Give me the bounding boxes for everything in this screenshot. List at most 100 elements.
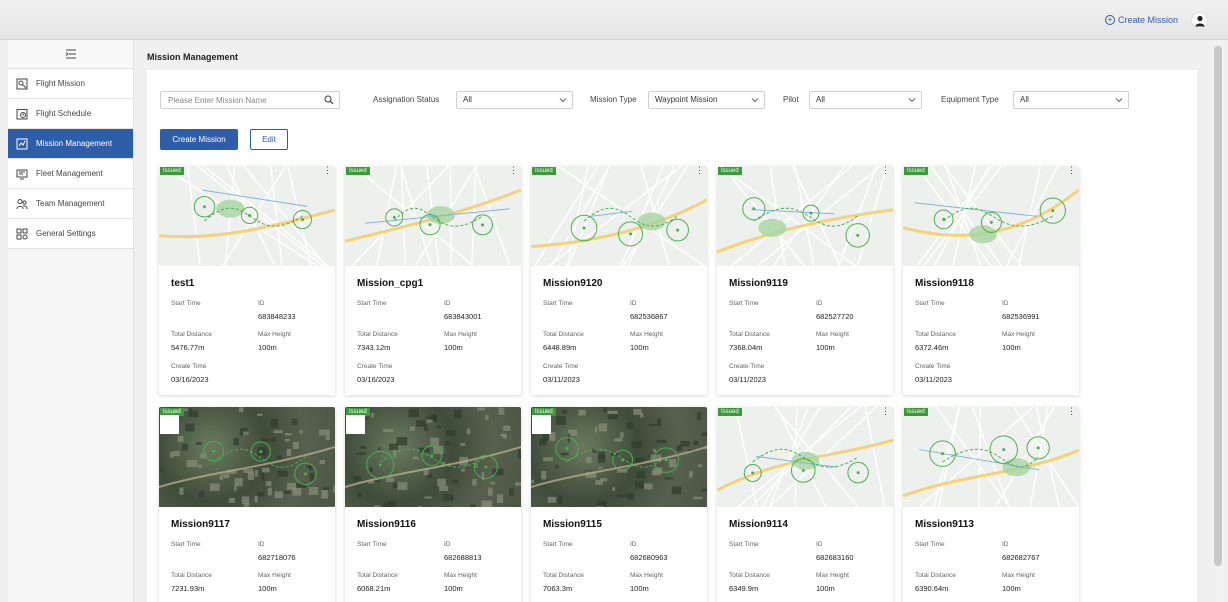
sidebar-item-flight-schedule[interactable]: Flight Schedule [8,99,133,129]
id-label: ID [444,541,451,548]
user-avatar-button[interactable] [1191,12,1208,29]
chevron-down-icon [908,98,916,103]
street-map-image [717,407,893,507]
more-options-icon[interactable]: ⋮ [695,166,704,175]
mission-name: Mission9118 [915,278,974,289]
more-options-icon[interactable]: ⋮ [695,407,704,416]
more-options-icon[interactable]: ⋮ [509,407,518,416]
mission-card[interactable]: Issued ⋮ Mission9119 Start Time ID 68252… [717,166,893,395]
page-scrollbar[interactable] [1212,40,1224,602]
max-height-value: 100m [258,584,277,593]
max-height-value: 100m [444,343,463,352]
mission-search-box [160,91,340,109]
satellite-map-image [531,407,707,507]
mission-card[interactable]: Issued ⋮ Mission9116 Start Time ID 68268… [345,407,521,602]
mission-card[interactable]: Issued ⋮ Mission9117 Start Time ID 68271… [159,407,335,602]
create-time-label: Create Time [357,363,393,370]
mission-card[interactable]: Issued ⋮ Mission9118 Start Time ID 68253… [903,166,1079,395]
mission-type-value: Waypoint Mission [655,95,718,104]
start-time-label: Start Time [357,300,387,307]
total-distance-value: 6448.89m [543,343,577,352]
issued-badge: Issued [904,167,928,175]
sidebar-item-fleet-management[interactable]: Fleet Management [8,159,133,189]
total-distance-value: 5476.77m [171,343,205,352]
start-time-label: Start Time [171,300,201,307]
mission-id: 682536867 [630,312,668,321]
create-time-label: Create Time [171,363,207,370]
sidebar-item-general-settings[interactable]: General Settings [8,219,133,249]
menu-collapse-icon [65,49,76,59]
top-create-mission-link[interactable]: + Create Mission [1104,15,1178,25]
team-icon [16,198,28,209]
max-height-value: 100m [258,343,277,352]
max-height-value: 100m [630,584,649,593]
max-height-value: 100m [444,584,463,593]
menu-collapse-button[interactable] [8,40,133,69]
street-map-image [903,166,1079,266]
total-distance-label: Total Distance [915,572,956,579]
more-options-icon[interactable]: ⋮ [509,166,518,175]
start-time-label: Start Time [543,300,573,307]
mission-id: 682688813 [444,553,482,562]
pilot-select[interactable]: All [809,91,922,109]
mission-card[interactable]: Issued ⋮ Mission9114 Start Time ID 68268… [717,407,893,602]
max-height-value: 100m [1002,343,1021,352]
plus-circle-icon: + [1104,15,1115,25]
street-map-image [717,166,893,266]
total-distance-label: Total Distance [543,572,584,579]
map-legend-box [346,415,365,434]
sidebar-item-mission-management[interactable]: Mission Management [8,129,133,159]
top-create-mission-label: Create Mission [1117,15,1178,25]
total-distance-value: 6349.9m [729,584,759,593]
mission-map-thumbnail: Issued ⋮ [531,407,707,507]
more-options-icon[interactable]: ⋮ [881,166,890,175]
search-icon[interactable] [324,95,334,105]
sidebar-item-team-management[interactable]: Team Management [8,189,133,219]
issued-badge: Issued [718,408,742,416]
total-distance-label: Total Distance [357,572,398,579]
mission-card[interactable]: Issued ⋮ Mission_cpg1 Start Time ID 6838… [345,166,521,395]
schedule-icon [16,108,28,119]
mission-panel: Assignation Status All Mission Type Wayp… [147,70,1197,602]
mission-card[interactable]: Issued ⋮ Mission9115 Start Time ID 68268… [531,407,707,602]
id-label: ID [1002,300,1009,307]
mission-card[interactable]: Issued ⋮ Mission9113 Start Time ID 68268… [903,407,1079,602]
more-options-icon[interactable]: ⋮ [1067,166,1076,175]
mission-id: 682682767 [1002,553,1040,562]
more-options-icon[interactable]: ⋮ [323,166,332,175]
mission-search-input[interactable] [161,92,321,108]
total-distance-label: Total Distance [915,331,956,338]
equipment-type-label: Equipment Type [941,95,999,104]
mission-map-thumbnail: Issued ⋮ [903,407,1079,507]
total-distance-label: Total Distance [171,331,212,338]
mission-map-thumbnail: Issued ⋮ [717,407,893,507]
equipment-type-select[interactable]: All [1013,91,1129,109]
scrollbar-thumb[interactable] [1214,46,1222,566]
mission-card[interactable]: Issued ⋮ Mission9120 Start Time ID 68253… [531,166,707,395]
mission-id: 683848233 [258,312,296,321]
max-height-label: Max Height [258,572,291,579]
sidebar-item-flight-mission[interactable]: Flight Mission [8,69,133,99]
assignation-status-select[interactable]: All [456,91,573,109]
edit-button[interactable]: Edit [250,129,288,150]
create-time-label: Create Time [543,363,579,370]
more-options-icon[interactable]: ⋮ [323,407,332,416]
street-map-image [531,166,707,266]
create-mission-button[interactable]: Create Mission [160,129,238,150]
street-map-image [159,166,335,266]
mission-map-thumbnail: Issued ⋮ [903,166,1079,266]
map-legend-box [160,415,179,434]
mission-type-select[interactable]: Waypoint Mission [648,91,765,109]
mission-name: Mission9120 [543,278,603,289]
total-distance-label: Total Distance [543,331,584,338]
issued-badge: Issued [160,167,184,175]
mission-card[interactable]: Issued ⋮ test1 Start Time ID 683848233 T… [159,166,335,395]
issued-badge: Issued [718,167,742,175]
max-height-label: Max Height [816,331,849,338]
create-time-label: Create Time [915,363,951,370]
more-options-icon[interactable]: ⋮ [881,407,890,416]
street-map-image [903,407,1079,507]
max-height-label: Max Height [1002,331,1035,338]
id-label: ID [630,541,637,548]
more-options-icon[interactable]: ⋮ [1067,407,1076,416]
